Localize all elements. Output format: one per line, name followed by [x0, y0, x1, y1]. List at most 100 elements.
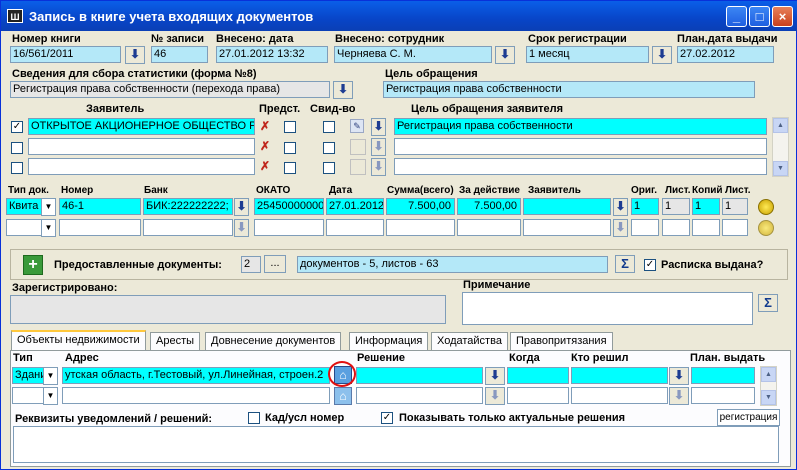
cert-checkbox[interactable] [323, 121, 335, 133]
purpose-field[interactable]: Регистрация права собственности [383, 81, 755, 98]
object-type-select[interactable]: Здани [12, 367, 44, 384]
object-type-dropdown-button[interactable]: ▼ [43, 387, 58, 405]
scroll-up-icon[interactable]: ▲ [761, 367, 776, 382]
object-who-field[interactable] [571, 367, 668, 384]
receipt-checkbox[interactable]: ✓ [644, 259, 656, 271]
applicant-row-checkbox[interactable] [11, 142, 23, 154]
sum-sigma-button[interactable]: Σ [615, 255, 635, 273]
doc-type-select[interactable]: Квита [6, 198, 42, 215]
stats-dropdown-button[interactable]: ⬇ [333, 81, 353, 99]
applicant-purpose-field[interactable] [394, 138, 767, 155]
doc-date-field[interactable] [326, 219, 384, 236]
stamp-icon[interactable] [758, 220, 774, 236]
applicant-dropdown-button[interactable]: ⬇ [371, 138, 386, 156]
close-button[interactable]: × [772, 6, 793, 27]
registration-button[interactable]: регистрация [717, 409, 780, 426]
doc-for-action-field[interactable]: 7.500,00 [457, 198, 521, 215]
applicant-dropdown-button[interactable]: ⬇ [371, 158, 386, 176]
tab-petitions[interactable]: Ходатайства [431, 332, 508, 350]
tab-real-estate[interactable]: Объекты недвижимости [11, 330, 146, 351]
bank-dropdown-button[interactable]: ⬇ [234, 219, 249, 237]
actual-only-checkbox[interactable]: ✓ [381, 412, 393, 424]
represent-checkbox[interactable] [284, 162, 296, 174]
doc-applicant-field[interactable] [523, 198, 611, 215]
maximize-button[interactable]: □ [749, 6, 770, 27]
doc-okato-field[interactable]: 25450000000 [254, 198, 324, 215]
scroll-down-icon[interactable]: ▼ [761, 390, 776, 405]
doc-for-action-field[interactable] [457, 219, 521, 236]
applicant-dropdown-button[interactable]: ⬇ [371, 118, 386, 136]
applicant-row-checkbox[interactable]: ✓ [11, 121, 23, 133]
doc-applicant-dropdown-button[interactable]: ⬇ [613, 219, 628, 237]
delete-applicant-icon[interactable]: ✗ [258, 120, 272, 134]
notices-field[interactable] [13, 426, 779, 463]
bank-dropdown-button[interactable]: ⬇ [234, 198, 249, 216]
cert-checkbox[interactable] [323, 142, 335, 154]
entered-by-dropdown-button[interactable]: ⬇ [495, 46, 515, 64]
object-decision-field[interactable] [356, 367, 483, 384]
doc-sheets-field[interactable] [662, 219, 690, 236]
doc-applicant-field[interactable] [523, 219, 611, 236]
doc-orig-field[interactable] [631, 219, 659, 236]
decision-dropdown-button[interactable]: ⬇ [485, 367, 505, 385]
doc-bank-field[interactable] [143, 219, 233, 236]
applicant-name-field[interactable] [28, 138, 255, 155]
tab-additional-docs[interactable]: Довнесение документов [205, 332, 342, 350]
cert-checkbox[interactable] [323, 162, 335, 174]
doc-applicant-dropdown-button[interactable]: ⬇ [613, 198, 628, 216]
doc-number-field[interactable]: 46-1 [59, 198, 141, 215]
objects-scrollbar[interactable]: ▲ ▼ [760, 366, 777, 406]
doc-copies-field[interactable] [692, 219, 720, 236]
reg-term-dropdown-button[interactable]: ⬇ [652, 46, 672, 64]
doc-date-field[interactable]: 27.01.2012 [326, 198, 384, 215]
object-when-field[interactable] [507, 387, 569, 404]
delete-applicant-icon[interactable]: ✗ [258, 160, 272, 174]
doc-sheets2-field[interactable]: 1 [722, 198, 748, 215]
doc-bank-field[interactable]: БИК:222222222; С [143, 198, 233, 215]
document-edit-icon[interactable]: ✎ [350, 119, 364, 133]
decision-dropdown-button[interactable]: ⬇ [485, 387, 505, 405]
minimize-button[interactable]: _ [726, 6, 747, 27]
applicant-name-field[interactable] [28, 158, 255, 175]
scroll-up-icon[interactable]: ▲ [773, 118, 788, 133]
house-icon[interactable]: ⌂ [334, 387, 352, 405]
doc-number-field[interactable] [59, 219, 141, 236]
note-field[interactable] [462, 292, 753, 325]
tab-information[interactable]: Информация [349, 332, 429, 350]
doc-sheets2-field[interactable] [722, 219, 748, 236]
doc-copies-field[interactable]: 1 [692, 198, 720, 215]
stats-field[interactable]: Регистрация права собственности (переход… [10, 81, 330, 98]
record-number-field[interactable]: 46 [151, 46, 208, 63]
applicant-name-field[interactable]: ОТКРЫТОЕ АКЦИОНЕРНОЕ ОБЩЕСТВО РО [28, 118, 255, 135]
applicant-purpose-field[interactable]: Регистрация права собственности [394, 118, 767, 135]
doc-sum-field[interactable] [386, 219, 455, 236]
note-sigma-button[interactable]: Σ [758, 294, 778, 312]
planned-issue-field[interactable]: 27.02.2012 [677, 46, 774, 63]
entered-by-field[interactable]: Черняева С. М. [334, 46, 492, 63]
stamp-icon[interactable] [758, 199, 774, 215]
who-dropdown-button[interactable]: ⬇ [669, 367, 689, 385]
object-plan-field[interactable] [691, 367, 755, 384]
object-decision-field[interactable] [356, 387, 483, 404]
doc-sheets-field[interactable]: 1 [662, 198, 690, 215]
entered-date-field[interactable]: 27.01.2012 13:32 [216, 46, 328, 63]
applicants-scrollbar[interactable]: ▲ ▼ [772, 117, 789, 177]
doc-okato-field[interactable] [254, 219, 324, 236]
doc-sum-field[interactable]: 7.500,00 [386, 198, 455, 215]
applicant-row-checkbox[interactable] [11, 162, 23, 174]
represent-checkbox[interactable] [284, 121, 296, 133]
doc-orig-field[interactable]: 1 [631, 198, 659, 215]
doc-type-select[interactable] [6, 219, 42, 236]
scroll-down-icon[interactable]: ▼ [773, 161, 788, 176]
reg-term-field[interactable]: 1 месяц [526, 46, 649, 63]
applicant-purpose-field[interactable] [394, 158, 767, 175]
object-type-dropdown-button[interactable]: ▼ [43, 367, 58, 385]
add-document-icon[interactable]: + [23, 255, 43, 275]
book-number-dropdown-button[interactable]: ⬇ [125, 46, 145, 64]
object-who-field[interactable] [571, 387, 668, 404]
tab-claims[interactable]: Правопритязания [510, 332, 613, 350]
object-plan-field[interactable] [691, 387, 755, 404]
doc-type-dropdown-button[interactable]: ▼ [41, 219, 56, 237]
object-type-select[interactable] [12, 387, 44, 404]
book-number-field[interactable]: 16/561/2011 [10, 46, 121, 63]
